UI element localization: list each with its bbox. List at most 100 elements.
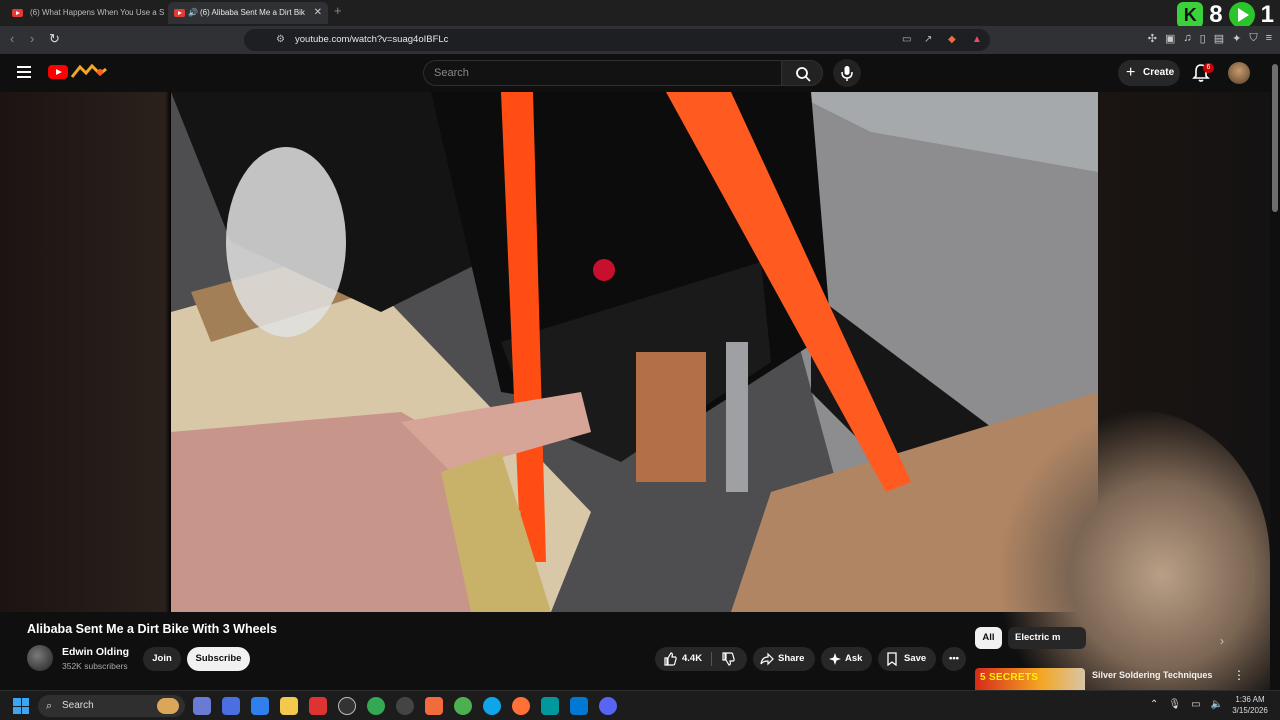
more-actions-button[interactable]: ••• [942, 647, 966, 671]
network-icon[interactable]: ▭ [1191, 699, 1200, 710]
sidebar-icon[interactable]: ▯ [1200, 32, 1206, 45]
chip-electric[interactable]: Electric m [1008, 627, 1086, 649]
app-icon-3[interactable] [251, 697, 269, 715]
notification-count-badge: 6 [1203, 63, 1214, 73]
system-tray: ⌃ 🎙 ▭ 🔈 [1150, 699, 1223, 710]
voice-search-button[interactable] [833, 59, 861, 87]
microphone-icon[interactable]: 🎙 [1168, 699, 1181, 710]
clock-date: 3/15/2026 [1232, 706, 1268, 715]
site-info-icon[interactable]: ⚙ [276, 29, 285, 51]
search-button[interactable] [781, 60, 823, 86]
brave-browser-icon[interactable] [425, 697, 443, 715]
cast-icon[interactable]: ▭ [902, 29, 911, 51]
discord-icon[interactable] [599, 697, 617, 715]
edge-icon[interactable] [483, 697, 501, 715]
more-horizontal-icon: ••• [949, 653, 959, 664]
extensions-area: ✣ ▣ ♫ ▯ ▤ ✦ ⛉ ≡ [1148, 32, 1272, 45]
browser-toolbar: ‹ › ↻ ⚐ ⚙ youtube.com/watch?v=suag4oIBFL… [0, 26, 1280, 54]
k-badge-count: 8 [1209, 1, 1223, 28]
brave-shield-icon[interactable]: ◆ [948, 29, 956, 51]
back-icon[interactable]: ‹ [10, 31, 14, 46]
create-button[interactable]: + Create [1118, 60, 1180, 86]
scrollbar-thumb[interactable] [1272, 64, 1278, 212]
wallet-icon[interactable]: ▤ [1214, 32, 1224, 45]
like-count[interactable]: 4.4K [682, 647, 702, 671]
clock-time: 1:36 AM [1235, 695, 1265, 704]
search-field[interactable] [423, 60, 781, 86]
search-input[interactable] [424, 61, 781, 85]
share-icon [760, 652, 774, 666]
ask-button[interactable]: Ask [821, 647, 872, 671]
tab-title: (6) Alibaba Sent Me a Dirt Bik [200, 8, 305, 17]
webcam-overlay [1000, 410, 1270, 710]
save-label: Save [904, 653, 927, 664]
speaker-icon[interactable]: 🔊 [188, 2, 198, 24]
search-icon [796, 67, 811, 82]
youtube-logo-icon[interactable] [48, 65, 68, 79]
screenshot-icon[interactable]: ▣ [1165, 32, 1175, 45]
browser-tab-active[interactable]: 🔊 (6) Alibaba Sent Me a Dirt Bik ✕ [168, 2, 328, 24]
save-button[interactable]: Save [878, 647, 936, 671]
thumbnail-text: 5 SECRETS [980, 672, 1039, 683]
extensions-icon[interactable]: ✣ [1148, 32, 1157, 45]
channel-name[interactable]: Edwin Olding [62, 646, 129, 658]
video-player[interactable] [171, 92, 1098, 612]
chevron-up-icon[interactable]: ⌃ [1150, 699, 1158, 710]
k-badge-icon: K [1177, 2, 1204, 28]
forward-icon[interactable]: › [30, 31, 34, 46]
taskbar-search-label: Search [62, 700, 94, 711]
app-icon-2[interactable] [222, 697, 240, 715]
browser-tab[interactable]: (6) What Happens When You Use a S [4, 2, 164, 24]
page-scrollbar[interactable] [1270, 54, 1280, 690]
taskbar-clock[interactable]: 1:36 AM 3/15/2026 [1228, 694, 1272, 716]
recommended-thumbnail[interactable]: 5 SECRETS [975, 668, 1085, 690]
bookmark-save-icon [887, 652, 897, 666]
share-button[interactable]: Share [753, 647, 815, 671]
taskbar-search[interactable]: ⌕ Search [38, 695, 185, 717]
app-icon-6[interactable] [338, 697, 356, 715]
reload-icon[interactable]: ↻ [49, 31, 60, 47]
youtube-favicon-icon [174, 9, 185, 17]
vpn-icon[interactable]: ⛉ [1249, 32, 1257, 45]
share-page-icon[interactable]: ↗ [924, 29, 932, 51]
app-icon-5[interactable] [309, 697, 327, 715]
url-text[interactable]: youtube.com/watch?v=suag4oIBFLc [295, 29, 448, 51]
close-tab-icon[interactable]: ✕ [314, 2, 322, 24]
leo-ai-icon[interactable]: ✦ [1232, 32, 1241, 45]
app-icon-8[interactable] [396, 697, 414, 715]
account-avatar[interactable] [1228, 62, 1250, 84]
menu-icon[interactable]: ≡ [1266, 32, 1272, 45]
chrome-icon[interactable] [454, 697, 472, 715]
like-dislike-group: 4.4K [655, 647, 747, 671]
new-tab-button[interactable]: + [334, 3, 342, 18]
youtube-doodle-icon[interactable] [70, 63, 108, 81]
subscribe-button[interactable]: Subscribe [187, 647, 250, 671]
channel-avatar[interactable] [27, 645, 53, 671]
thumbs-down-icon[interactable] [721, 652, 735, 666]
arduino-icon[interactable] [541, 697, 559, 715]
tab-title: (6) What Happens When You Use a S [30, 8, 164, 17]
app-icon-1[interactable] [193, 697, 211, 715]
video-frame [171, 92, 1098, 612]
windows-taskbar: ⌕ Search ⌃ 🎙 ▭ 🔈 1:36 AM 3/15/2026 [0, 690, 1280, 720]
vscode-icon[interactable] [570, 697, 588, 715]
windows-start-icon[interactable] [13, 698, 29, 714]
thumbs-up-icon[interactable] [663, 652, 677, 666]
recommended-video-title[interactable]: Silver Soldering Techniques [1092, 670, 1212, 680]
join-button[interactable]: Join [143, 647, 181, 671]
firefox-icon[interactable] [512, 697, 530, 715]
subscriber-count: 352K subscribers [62, 661, 128, 671]
guide-menu-icon[interactable] [17, 66, 31, 78]
video-title: Alibaba Sent Me a Dirt Bike With 3 Wheel… [27, 622, 277, 636]
app-icon-7[interactable] [367, 697, 385, 715]
browser-tab-bar: (6) What Happens When You Use a S 🔊 (6) … [0, 0, 1280, 28]
chip-all[interactable]: All [975, 627, 1002, 649]
address-bar[interactable]: ⚙ youtube.com/watch?v=suag4oIBFLc ▭ ↗ ◆ … [244, 29, 990, 51]
share-label: Share [778, 653, 805, 664]
brave-rewards-icon[interactable]: ▲ [972, 29, 982, 51]
file-explorer-icon[interactable] [280, 697, 298, 715]
more-vertical-icon[interactable]: ⋮ [1233, 668, 1245, 682]
media-icon[interactable]: ♫ [1183, 32, 1191, 45]
chevron-right-icon[interactable]: › [1220, 634, 1224, 648]
volume-icon[interactable]: 🔈 [1211, 699, 1223, 710]
